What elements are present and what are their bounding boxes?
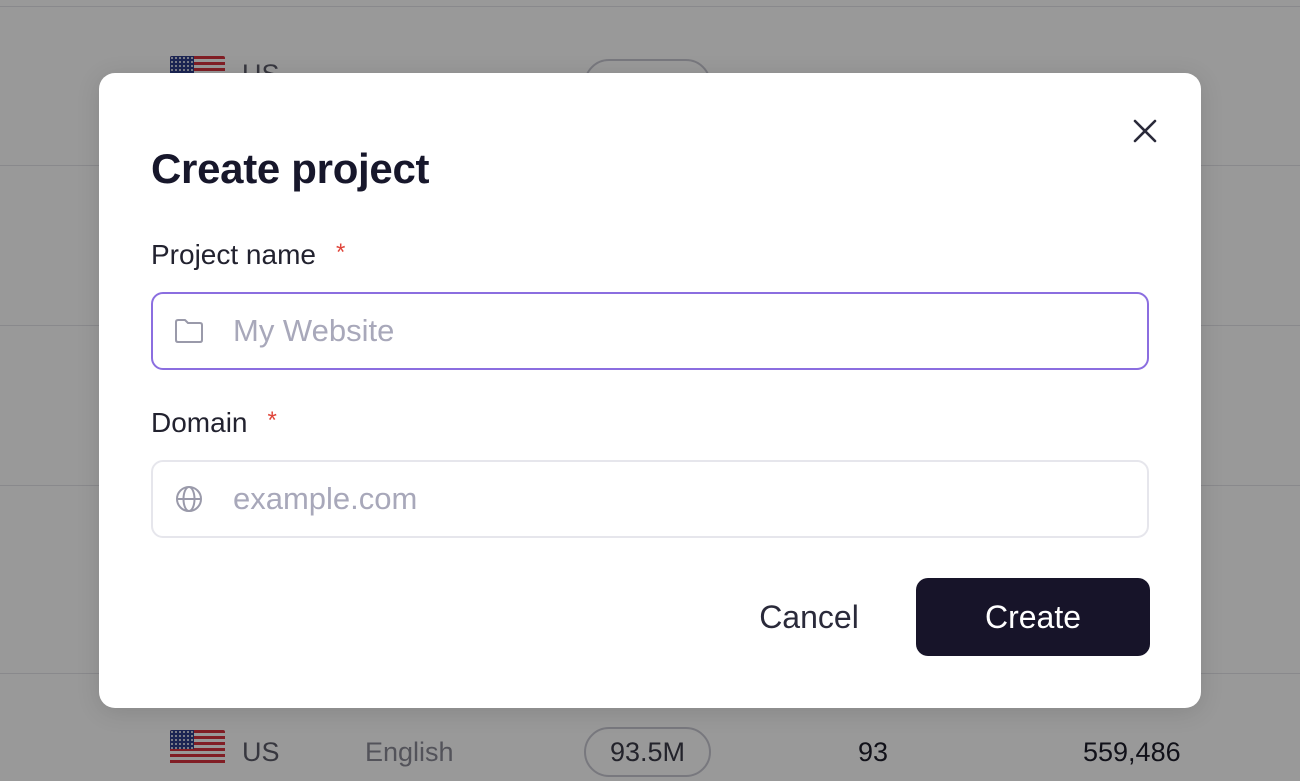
required-marker: * <box>267 407 277 434</box>
required-marker: * <box>335 239 346 266</box>
domain-field[interactable] <box>151 460 1149 538</box>
project-name-label: Project name * <box>151 239 345 271</box>
dialog-title: Create project <box>151 145 430 192</box>
domain-input[interactable] <box>233 469 1133 529</box>
domain-label-text: Domain <box>151 407 248 438</box>
cancel-button[interactable]: Cancel <box>729 578 889 656</box>
create-project-dialog: Create project Project name * Domain * Can… <box>99 73 1201 708</box>
create-button[interactable]: Create <box>916 578 1150 656</box>
folder-icon <box>171 313 207 349</box>
project-name-field[interactable] <box>151 292 1149 370</box>
globe-icon <box>171 481 207 517</box>
project-name-label-text: Project name <box>151 239 316 270</box>
close-icon <box>1133 119 1157 143</box>
project-name-input[interactable] <box>233 301 1133 361</box>
domain-label: Domain * <box>151 407 277 439</box>
close-button[interactable] <box>1127 113 1163 149</box>
